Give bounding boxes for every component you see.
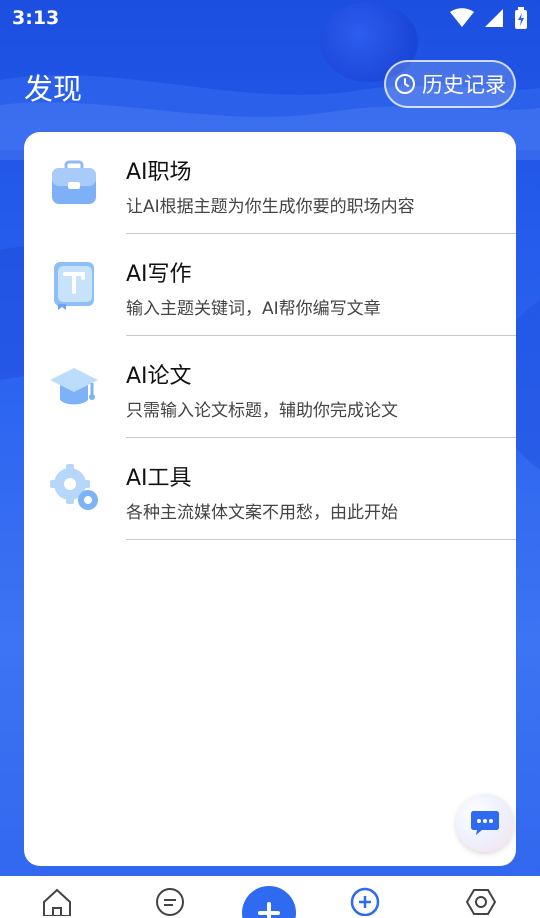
item-desc: 只需输入论文标题，辅助你完成论文 bbox=[126, 401, 398, 421]
add-circle-icon bbox=[350, 887, 380, 916]
settings-icon bbox=[465, 889, 497, 915]
gear-icon bbox=[50, 464, 98, 510]
book-icon bbox=[54, 262, 94, 310]
list-item-ai-paper[interactable]: AI论文 只需输入论文标题，辅助你完成论文 bbox=[24, 336, 516, 438]
list-item-ai-writing[interactable]: AI写作 输入主题关键词，AI帮你编写文章 bbox=[24, 234, 516, 336]
item-desc: 输入主题关键词，AI帮你编写文章 bbox=[126, 299, 381, 319]
clock-icon bbox=[395, 74, 415, 94]
nav-create[interactable] bbox=[348, 886, 382, 918]
status-time: 3:13 bbox=[12, 7, 60, 29]
history-label: 历史记录 bbox=[422, 73, 506, 97]
item-title: AI工具 bbox=[126, 466, 192, 491]
chat-fab-button[interactable] bbox=[456, 794, 514, 852]
graduation-cap-icon bbox=[50, 368, 98, 405]
wifi-icon bbox=[450, 8, 474, 27]
history-button[interactable]: 历史记录 bbox=[384, 60, 516, 108]
home-icon bbox=[43, 888, 71, 916]
list-item-ai-workplace[interactable]: AI职场 让AI根据主题为你生成你要的职场内容 bbox=[24, 132, 516, 234]
add-center-icon bbox=[258, 902, 280, 918]
item-title: AI写作 bbox=[126, 262, 192, 287]
battery-icon bbox=[515, 7, 527, 29]
nav-home[interactable] bbox=[40, 886, 74, 918]
nav-center-add-button[interactable] bbox=[242, 886, 296, 918]
item-title: AI论文 bbox=[126, 364, 192, 389]
page-title: 发现 bbox=[24, 72, 83, 106]
bottom-nav bbox=[0, 876, 540, 918]
status-icons bbox=[450, 7, 528, 29]
nav-settings[interactable] bbox=[464, 886, 498, 918]
nav-messages[interactable] bbox=[153, 886, 187, 918]
feature-card: AI职场 让AI根据主题为你生成你要的职场内容 AI写作 输入主题关键词，AI帮… bbox=[24, 132, 516, 866]
divider bbox=[126, 539, 516, 540]
chat-bubble-icon bbox=[471, 811, 499, 835]
message-icon bbox=[156, 888, 184, 916]
list-item-ai-tools[interactable]: AI工具 各种主流媒体文案不用愁，由此开始 bbox=[24, 438, 516, 540]
item-desc: 各种主流媒体文案不用愁，由此开始 bbox=[126, 503, 398, 523]
item-title: AI职场 bbox=[126, 160, 192, 185]
item-desc: 让AI根据主题为你生成你要的职场内容 bbox=[126, 197, 415, 217]
status-bar: 3:13 bbox=[0, 0, 540, 36]
signal-icon bbox=[485, 9, 503, 27]
briefcase-icon bbox=[52, 160, 96, 204]
